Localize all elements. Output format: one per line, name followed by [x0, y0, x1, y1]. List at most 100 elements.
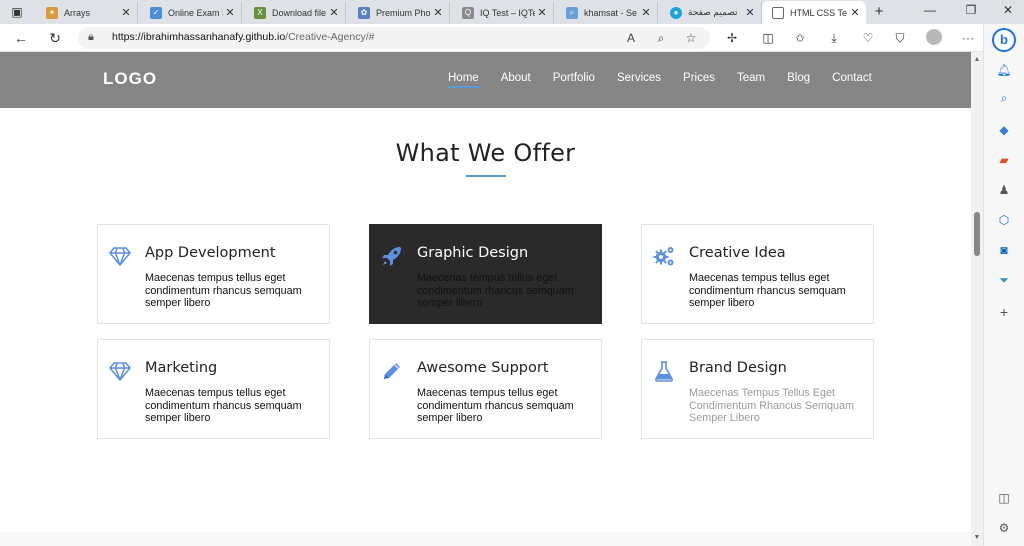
service-card-graphic-design[interactable]: Graphic Design Maecenas tempus tellus eg… — [369, 224, 602, 324]
close-tab-icon[interactable]: ✕ — [848, 6, 862, 19]
url-field[interactable]: 🔒︎ https://ibrahimhassanhanafy.github.io… — [78, 27, 710, 49]
card-text: Maecenas tempus tellus eget condimentum … — [417, 272, 574, 310]
close-tab-icon[interactable]: ✕ — [223, 6, 237, 19]
close-tab-icon[interactable]: ✕ — [431, 6, 445, 19]
more-menu-icon[interactable]: ··· — [960, 30, 976, 46]
close-tab-icon[interactable]: ✕ — [535, 6, 549, 19]
main-menu: Home About Portfolio Services Prices Tea… — [448, 72, 894, 88]
drop-icon[interactable]: ⏷ — [996, 272, 1012, 288]
performance-icon[interactable]: ♡ — [860, 30, 876, 46]
sidebar-settings-icon[interactable]: ⚙ — [996, 520, 1012, 536]
tools-icon[interactable]: ▰ — [996, 152, 1012, 168]
zoom-icon[interactable]: ⌕ — [653, 31, 669, 46]
menu-item-blog[interactable]: Blog — [787, 72, 810, 88]
menu-item-contact[interactable]: Contact — [832, 72, 872, 88]
microsoft-365-icon[interactable]: ⬡ — [996, 212, 1012, 228]
menu-item-portfolio[interactable]: Portfolio — [553, 72, 595, 88]
url-text[interactable]: https://ibrahimhassanhanafy.github.io/Cr… — [112, 31, 374, 43]
card-title: Awesome Support — [417, 360, 549, 376]
flask-icon — [655, 361, 673, 382]
tab[interactable]: ✓ Online Exam S ✕ — [140, 2, 242, 23]
tab[interactable]: ✶ Arrays ✕ — [36, 2, 138, 23]
tab[interactable]: ✿ Premium Pho ✕ — [348, 2, 450, 23]
card-title: App Development — [145, 245, 276, 261]
tab-actions-icon[interactable]: ▣ — [8, 4, 26, 20]
gears-icon — [653, 247, 674, 266]
card-text: Maecenas tempus tellus eget condimentum … — [417, 387, 574, 425]
tab-title: تصميم صفحة — [688, 7, 738, 17]
exam-favicon-icon: ✓ — [150, 6, 162, 19]
close-tab-icon[interactable]: ✕ — [639, 6, 653, 19]
url-host: https://ibrahimhassanhanafy.github.io — [112, 31, 286, 43]
tab-active[interactable]: HTML CSS Te ✕ — [762, 1, 866, 24]
extensions-icon[interactable]: ✢ — [724, 30, 740, 46]
site-logo[interactable]: LOGO — [103, 69, 157, 89]
site-header: LOGO Home About Portfolio Services Price… — [0, 52, 971, 108]
close-tab-icon[interactable]: ✕ — [327, 6, 341, 19]
scrollbar-thumb[interactable] — [974, 212, 980, 256]
search-icon[interactable]: ⌕ — [996, 90, 1012, 106]
design-favicon-icon: ● — [670, 6, 682, 19]
tab-title: Download file — [272, 7, 327, 18]
tab[interactable]: Q IQ Test – IQTe ✕ — [452, 2, 554, 23]
split-screen-icon[interactable]: ◫ — [760, 30, 776, 46]
photo-favicon-icon: ✿ — [358, 6, 370, 19]
service-card-brand-design[interactable]: Brand Design Maecenas Tempus Tellus Eget… — [641, 339, 874, 439]
new-tab-icon[interactable]: + — [870, 4, 888, 20]
refresh-icon[interactable]: ↻ — [46, 29, 64, 47]
iq-favicon-icon: Q — [462, 6, 474, 19]
address-bar: ← ↻ 🔒︎ https://ibrahimhassanhanafy.githu… — [0, 24, 1024, 52]
service-card-creative-idea[interactable]: Creative Idea Maecenas tempus tellus ege… — [641, 224, 874, 324]
service-card-awesome-support[interactable]: Awesome Support Maecenas tempus tellus e… — [369, 339, 602, 439]
card-text: Maecenas tempus tellus eget condimentum … — [689, 272, 846, 310]
read-aloud-icon[interactable]: A — [623, 31, 639, 45]
card-title: Brand Design — [689, 360, 787, 376]
page-favicon-icon — [772, 6, 784, 19]
close-tab-icon[interactable]: ✕ — [743, 6, 757, 19]
profile-avatar[interactable] — [926, 29, 942, 45]
page-scrollbar[interactable]: ▲ ▼ — [971, 52, 983, 546]
outlook-icon[interactable]: ◙ — [996, 242, 1012, 258]
close-tab-icon[interactable]: ✕ — [119, 6, 133, 19]
menu-item-services[interactable]: Services — [617, 72, 661, 88]
favorites-icon[interactable]: ✩ — [792, 30, 808, 46]
tab[interactable]: X Download file ✕ — [244, 2, 346, 23]
shopping-tag-icon[interactable]: ◆ — [996, 122, 1012, 138]
restore-icon[interactable]: ❐ — [961, 3, 981, 17]
minimize-icon[interactable]: — — [920, 3, 940, 17]
scroll-up-icon[interactable]: ▲ — [971, 54, 983, 66]
card-title: Marketing — [145, 360, 218, 376]
diamond-icon — [109, 247, 131, 266]
excel-favicon-icon: X — [254, 6, 266, 19]
menu-item-home[interactable]: Home — [448, 72, 479, 88]
hide-sidebar-icon[interactable]: ◫ — [996, 490, 1012, 506]
bing-copilot-icon[interactable]: b — [992, 28, 1016, 52]
browser-essentials-icon[interactable]: ⛉ — [892, 30, 908, 46]
edge-sidebar: 🔔︎ ⌕ ◆ ▰ ♟ ⬡ ◙ ⏷ + ◫ ⚙ — [983, 24, 1024, 546]
tab-title: Premium Pho — [376, 7, 431, 18]
service-card-marketing[interactable]: Marketing Maecenas tempus tellus eget co… — [97, 339, 330, 439]
tab[interactable]: ⌕ khamsat - Se ✕ — [556, 2, 658, 23]
tab-title: Arrays — [64, 7, 91, 18]
service-card-app-development[interactable]: App Development Maecenas tempus tellus e… — [97, 224, 330, 324]
downloads-icon[interactable]: ⤓ — [826, 30, 842, 46]
notification-bell-icon[interactable]: 🔔︎ — [996, 62, 1012, 78]
menu-item-team[interactable]: Team — [737, 72, 765, 88]
tab[interactable]: ● تصميم صفحة ✕ — [660, 2, 762, 23]
card-title: Creative Idea — [689, 245, 786, 261]
games-icon[interactable]: ♟ — [996, 182, 1012, 198]
scroll-down-icon[interactable]: ▼ — [971, 532, 983, 544]
menu-item-about[interactable]: About — [501, 72, 531, 88]
tab-title: IQ Test – IQTe — [480, 7, 535, 18]
next-section-edge — [0, 532, 971, 546]
add-sidebar-app-icon[interactable]: + — [996, 304, 1012, 320]
favorite-star-icon[interactable]: ☆ — [683, 31, 699, 45]
url-path: /Creative-Agency/# — [285, 31, 375, 43]
menu-item-prices[interactable]: Prices — [683, 72, 715, 88]
rocket-icon — [382, 247, 401, 266]
card-title: Graphic Design — [417, 245, 529, 261]
close-window-icon[interactable]: ✕ — [998, 3, 1018, 17]
lock-icon: 🔒︎ — [88, 31, 94, 43]
web-page: LOGO Home About Portfolio Services Price… — [0, 52, 971, 546]
back-icon[interactable]: ← — [12, 29, 30, 47]
